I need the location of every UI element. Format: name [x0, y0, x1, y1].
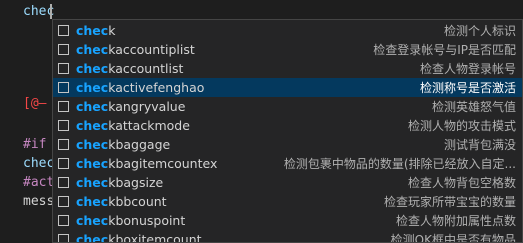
suggestion-description: 检查玩家所带宝宝的数量	[383, 195, 516, 209]
suggestion-rest: kactivefenghao	[108, 80, 205, 95]
suggestion-label: check	[76, 23, 115, 38]
suggestion-description: 检测个人标识	[443, 24, 516, 38]
suggestion-rest: kattackmode	[108, 118, 190, 133]
suggestion-label: checkaccountlist	[76, 61, 183, 76]
snippet-icon	[58, 215, 69, 226]
suggestion-rest: kaccountiplist	[108, 42, 195, 57]
suggestion-description: 检测人物的攻击模式	[407, 119, 516, 133]
suggestion-match: chec	[76, 232, 109, 243]
suggestion-rest: k	[108, 23, 116, 38]
snippet-icon	[58, 63, 69, 74]
suggestion-match: chec	[76, 23, 109, 38]
snippet-icon	[58, 196, 69, 207]
code-line: chec	[23, 156, 55, 171]
suggestion-item[interactable]: checkangryvalue 检测英雄怒气值	[53, 97, 522, 116]
suggestion-item[interactable]: checkbaggage 测试背包满没	[53, 135, 522, 154]
snippet-icon	[58, 158, 69, 169]
autocomplete-dropdown[interactable]: check 检测个人标识 checkaccountiplist 检查登录帐号与IP是否…	[52, 19, 523, 243]
code-line: #act	[23, 175, 55, 190]
snippet-icon	[58, 120, 69, 131]
suggestion-description: 检测OK框中是否有物品	[390, 233, 516, 243]
suggestion-match: chec	[76, 156, 109, 171]
suggestion-rest: kangryvalue	[108, 99, 186, 114]
suggestion-item[interactable]: checkattackmode 检测人物的攻击模式	[53, 116, 522, 135]
snippet-icon	[58, 82, 69, 93]
suggestion-match: chec	[76, 137, 109, 152]
suggestion-item[interactable]: checkbagitemcountex 检测包裹中物品的数量(排除已经放入自定..…	[53, 154, 522, 173]
suggestion-label: checkattackmode	[76, 118, 190, 133]
suggestion-description: 检查人物背包空格数	[407, 176, 516, 190]
suggestion-label: checkactivefenghao	[76, 80, 204, 95]
snippet-icon	[58, 234, 69, 242]
suggestion-label: checkbagitemcountex	[76, 156, 217, 171]
suggestion-match: chec	[76, 61, 109, 76]
suggestion-rest: kbagitemcountex	[108, 156, 218, 171]
text-cursor	[50, 4, 52, 19]
code-line: mess	[23, 194, 55, 209]
suggestion-description: 检查登录帐号与IP是否匹配	[373, 43, 516, 57]
suggestion-rest: kboxitemcount	[108, 232, 202, 243]
suggestion-rest: kbonuspoint	[108, 213, 186, 228]
suggestion-match: chec	[76, 42, 109, 57]
suggestion-item[interactable]: checkbbcount 检查玩家所带宝宝的数量	[53, 192, 522, 211]
snippet-icon	[58, 101, 69, 112]
suggestion-label: checkangryvalue	[76, 99, 185, 114]
code-line: #if	[23, 137, 47, 152]
suggestion-label: checkbaggage	[76, 137, 170, 152]
suggestion-rest: kbagsize	[108, 175, 164, 190]
suggestion-description: 检测包裹中物品的数量(排除已经放入自定...	[283, 157, 516, 171]
suggestion-label: checkboxitemcount	[76, 232, 202, 243]
snippet-icon	[58, 25, 69, 36]
suggestion-rest: kbaggage	[108, 137, 171, 152]
snippet-icon	[58, 44, 69, 55]
suggestion-match: chec	[76, 175, 109, 190]
suggestion-item[interactable]: checkbonuspoint 检查人物附加属性点数	[53, 211, 522, 230]
suggestion-item[interactable]: checkbagsize 检查人物背包空格数	[53, 173, 522, 192]
suggestion-label: checkbbcount	[76, 194, 167, 209]
suggestion-label: checkbonuspoint	[76, 213, 185, 228]
suggestion-item[interactable]: checkactivefenghao 检测称号是否激活	[53, 78, 522, 97]
suggestion-rest: kbbcount	[108, 194, 167, 209]
suggestion-label: checkbagsize	[76, 175, 163, 190]
code-line: [@—	[23, 96, 47, 111]
suggestion-description: 测试背包满没	[443, 138, 516, 152]
snippet-icon	[58, 139, 69, 150]
suggestion-description: 检查人物登录帐号	[419, 62, 516, 76]
suggestion-match: chec	[76, 213, 109, 228]
suggestion-description: 检测英雄怒气值	[431, 100, 516, 114]
suggestion-item[interactable]: check 检测个人标识	[53, 21, 522, 40]
suggestion-match: chec	[76, 118, 109, 133]
suggestion-item[interactable]: checkaccountiplist 检查登录帐号与IP是否匹配	[53, 40, 522, 59]
suggestion-match: chec	[76, 80, 109, 95]
suggestion-match: chec	[76, 194, 109, 209]
suggestion-rest: kaccountlist	[108, 61, 184, 76]
suggestion-item[interactable]: checkaccountlist 检查人物登录帐号	[53, 59, 522, 78]
suggestion-item[interactable]: checkboxitemcount 检测OK框中是否有物品	[53, 230, 522, 243]
suggestion-description: 检测称号是否激活	[419, 81, 516, 95]
suggestion-match: chec	[76, 99, 109, 114]
suggestion-description: 检查人物附加属性点数	[395, 214, 516, 228]
snippet-icon	[58, 177, 69, 188]
suggestion-label: checkaccountiplist	[76, 42, 195, 57]
